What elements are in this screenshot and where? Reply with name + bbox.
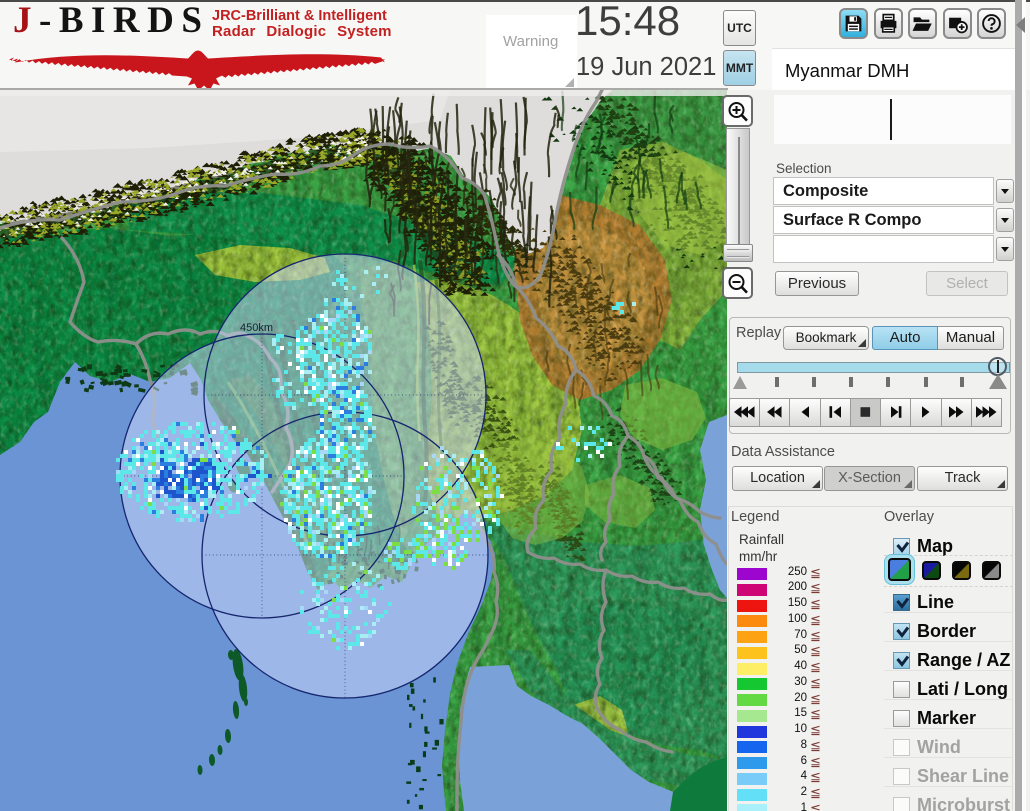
svg-text:450km: 450km — [240, 322, 273, 334]
